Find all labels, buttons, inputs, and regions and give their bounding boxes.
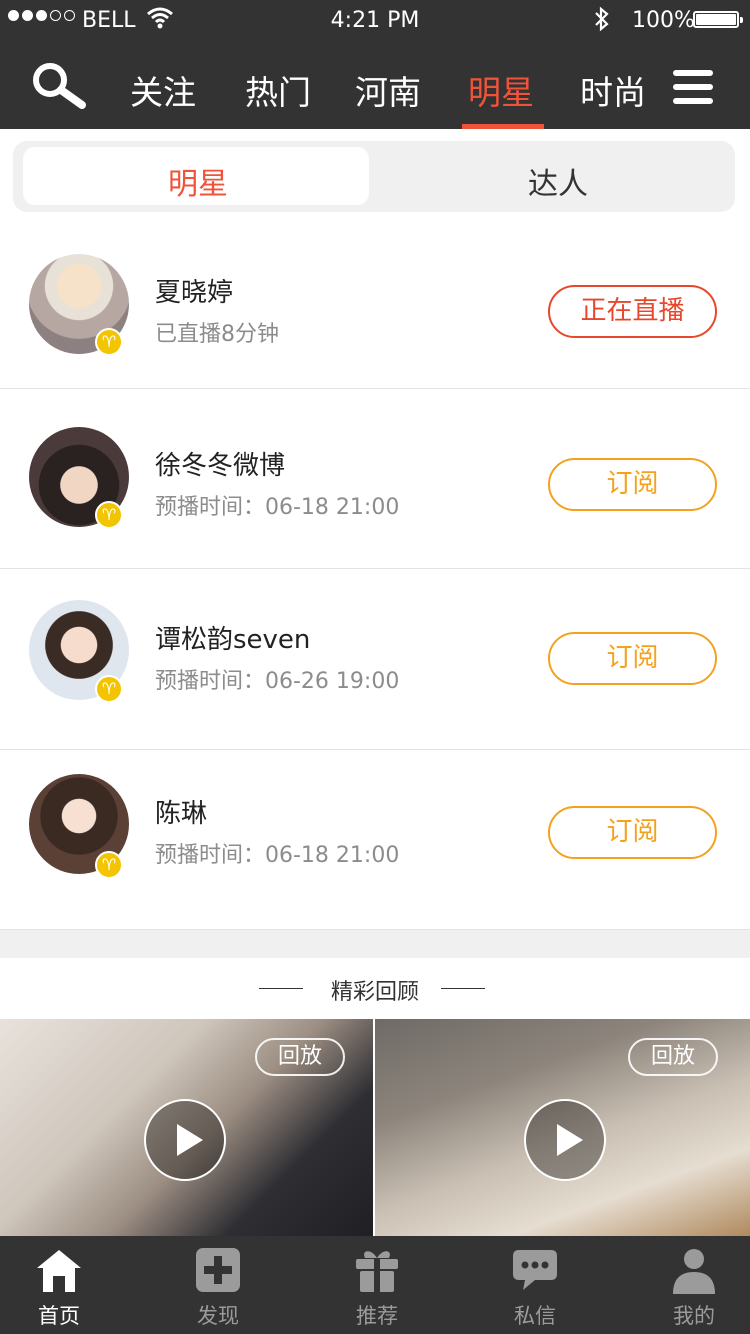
anchor-status: 预播时间：06-18 21:00: [155, 843, 400, 868]
replay-tag: 回放: [628, 1038, 718, 1076]
top-nav: 关注 热门 河南 明星 时尚: [0, 40, 750, 129]
tab-label: 我的: [673, 1304, 715, 1328]
home-icon: [37, 1250, 81, 1292]
tab-profile[interactable]: 我的: [619, 1236, 750, 1334]
nav-tab-follow[interactable]: 关注: [130, 66, 196, 114]
review-title: 精彩回顾: [330, 980, 419, 1005]
gift-icon: [356, 1251, 398, 1292]
tab-label: 首页: [38, 1304, 80, 1328]
replay-card[interactable]: 回放: [0, 1019, 373, 1236]
battery-percentage: 100%: [632, 8, 695, 33]
aries-badge-icon: ♈: [95, 501, 123, 529]
subscribe-button[interactable]: 订阅: [548, 458, 717, 511]
bluetooth-icon: [595, 6, 609, 32]
live-now-button[interactable]: 正在直播: [548, 285, 717, 338]
aries-badge-icon: ♈: [95, 851, 123, 879]
subscribe-button[interactable]: 订阅: [548, 806, 717, 859]
menu-icon[interactable]: [673, 70, 713, 104]
user-icon: [673, 1249, 715, 1294]
bottom-tab-bar: 首页 发现 推荐 私信 我的: [0, 1236, 750, 1334]
status-bar: BELL 4:21 PM 100%: [0, 0, 750, 40]
anchor-status: 预播时间：06-26 19:00: [155, 669, 400, 694]
section-divider: [0, 930, 750, 958]
plus-square-icon: [196, 1248, 240, 1292]
segment-experts[interactable]: 达人: [528, 159, 588, 203]
nav-tab-henan[interactable]: 河南: [355, 66, 421, 114]
play-icon[interactable]: [524, 1099, 606, 1181]
tab-label: 私信: [514, 1304, 556, 1328]
aries-badge-icon: ♈: [95, 328, 123, 356]
anchor-name: 夏晓婷: [155, 278, 234, 308]
list-item[interactable]: ♈ 徐冬冬微博 预播时间：06-18 21:00 订阅: [0, 389, 750, 569]
anchor-status: 已直播8分钟: [155, 322, 279, 347]
tab-messages[interactable]: 私信: [460, 1236, 610, 1334]
tab-discover[interactable]: 发现: [143, 1236, 293, 1334]
replay-card[interactable]: 回放: [375, 1019, 750, 1236]
nav-tab-stars[interactable]: 明星: [468, 66, 534, 114]
list-item[interactable]: ♈ 谭松韵seven 预播时间：06-26 19:00 订阅: [0, 569, 750, 750]
aries-badge-icon: ♈: [95, 675, 123, 703]
anchor-name: 陈琳: [155, 799, 208, 829]
anchor-status: 预播时间：06-18 21:00: [155, 495, 400, 520]
chat-bubble-icon: [513, 1250, 557, 1290]
nav-tab-fashion[interactable]: 时尚: [580, 66, 646, 114]
tab-label: 推荐: [356, 1304, 398, 1328]
search-icon[interactable]: [28, 58, 92, 112]
segmented-control: 明星 达人: [13, 141, 735, 212]
segment-stars[interactable]: 明星: [168, 159, 228, 203]
list-item[interactable]: ♈ 夏晓婷 已直播8分钟 正在直播: [0, 215, 750, 389]
tab-label: 发现: [197, 1304, 239, 1328]
anchor-name: 谭松韵seven: [155, 625, 311, 655]
list-item[interactable]: ♈ 陈琳 预播时间：06-18 21:00 订阅: [0, 750, 750, 930]
play-icon[interactable]: [144, 1099, 226, 1181]
anchor-name: 徐冬冬微博: [155, 451, 286, 481]
divider-line: [441, 988, 485, 989]
replay-tag: 回放: [255, 1038, 345, 1076]
tab-recommend[interactable]: 推荐: [302, 1236, 452, 1334]
active-tab-indicator: [462, 124, 544, 129]
battery-icon: [693, 11, 743, 28]
nav-tab-hot[interactable]: 热门: [245, 66, 311, 114]
tab-home[interactable]: 首页: [0, 1236, 134, 1334]
subscribe-button[interactable]: 订阅: [548, 632, 717, 685]
